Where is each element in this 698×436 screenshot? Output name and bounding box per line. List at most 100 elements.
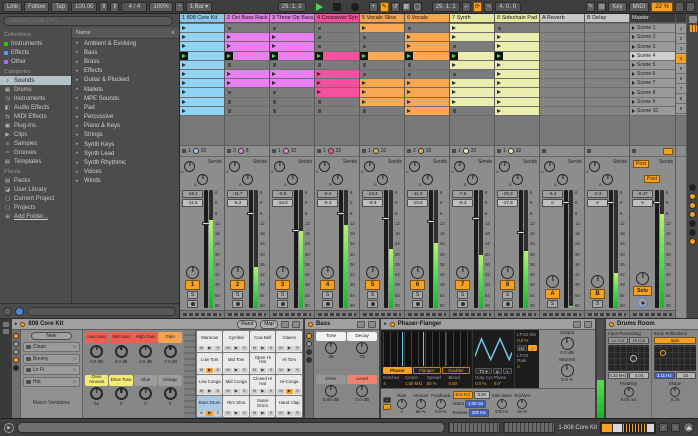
- warmth-knob[interactable]: [560, 364, 574, 377]
- scene-number[interactable]: 3: [676, 44, 686, 53]
- pad-solo-button[interactable]: S: [293, 345, 301, 351]
- volume-fader[interactable]: [382, 190, 390, 308]
- device-chain-overview[interactable]: [600, 421, 656, 434]
- lfo2-note-button[interactable]: ♪: [527, 345, 538, 351]
- scene-launch-icon[interactable]: [632, 26, 635, 31]
- peak-level-field[interactable]: -11.9: [407, 190, 428, 198]
- clip-slot[interactable]: [450, 60, 494, 70]
- safe-bass-knob[interactable]: [496, 398, 507, 409]
- macro-name-chip[interactable]: Vintage: [158, 374, 182, 386]
- drum-pad[interactable]: Rim Shot M ▶ S: [223, 396, 249, 417]
- return-activator-button[interactable]: A: [545, 289, 560, 299]
- send-a-knob[interactable]: [454, 161, 465, 172]
- clip-stop-button[interactable]: [182, 149, 186, 153]
- device-title-bar[interactable]: ▸ 808 Core Kit Rand Map: [11, 319, 303, 330]
- scene-row[interactable]: Scene 5: [630, 60, 675, 70]
- clip-slot[interactable]: [180, 24, 224, 33]
- track-activator-button[interactable]: 3: [275, 280, 290, 290]
- track-header[interactable]: 7 Synth: [450, 14, 494, 23]
- link-button[interactable]: Link: [3, 1, 23, 12]
- scene-row[interactable]: Scene 8: [630, 88, 675, 97]
- solo-button[interactable]: S: [187, 291, 198, 299]
- clip-slot[interactable]: [495, 106, 539, 116]
- amount-knob[interactable]: [415, 398, 426, 409]
- pad-mute-button[interactable]: M: [224, 345, 232, 351]
- volume-field[interactable]: -10.6: [407, 199, 428, 207]
- pad-mute-button[interactable]: M: [224, 389, 232, 395]
- param-knob[interactable]: [356, 342, 369, 354]
- clip-slot[interactable]: [315, 42, 359, 51]
- category-item[interactable]: ⇆ MIDI Effects: [0, 112, 71, 121]
- filter-freq-field[interactable]: 4.33 kHz: [608, 372, 628, 379]
- mixer-section-toggle[interactable]: [689, 211, 696, 218]
- clip-slot[interactable]: [225, 106, 269, 116]
- param-knob[interactable]: [356, 384, 369, 397]
- peak-level-field[interactable]: -6.4: [542, 190, 563, 198]
- clip-slot[interactable]: [225, 51, 269, 61]
- solo-button[interactable]: S: [412, 291, 423, 299]
- device-title-bar[interactable]: Bass: [304, 319, 380, 330]
- stop-all-clips-button[interactable]: [632, 149, 636, 153]
- return-track-header[interactable]: A Reverb: [540, 14, 584, 23]
- send-a-pre-post-toggle[interactable]: Post: [633, 160, 649, 168]
- pan-knob[interactable]: [501, 266, 514, 279]
- clip-slot[interactable]: [180, 106, 224, 116]
- clip-slot[interactable]: [360, 51, 404, 61]
- info-view-toggle-icon[interactable]: ▶: [4, 422, 14, 433]
- clip-slot[interactable]: [315, 24, 359, 33]
- pad-mute-button[interactable]: M: [277, 345, 285, 351]
- mixer-section-toggle[interactable]: [689, 184, 696, 191]
- drum-pad[interactable]: Open Hi Hat M ▶ S: [249, 352, 276, 374]
- browser-list-item[interactable]: MPE Sounds: [72, 94, 179, 103]
- track-activator-button[interactable]: 6: [410, 280, 425, 290]
- send-b-knob[interactable]: [287, 174, 298, 185]
- clip-slot[interactable]: [360, 42, 404, 51]
- send-a-knob[interactable]: [409, 161, 420, 172]
- clip-slot[interactable]: [315, 79, 359, 88]
- phaser-param[interactable]: Blend 0.00: [448, 375, 470, 386]
- pad-mute-button[interactable]: M: [250, 389, 259, 395]
- midi-keyboard-widget[interactable]: [503, 422, 556, 433]
- pad-play-button[interactable]: ▶: [259, 389, 267, 395]
- clip-slot[interactable]: [270, 24, 314, 33]
- peak-level-field[interactable]: -11.7: [227, 190, 248, 198]
- volume-fader[interactable]: [562, 190, 570, 308]
- arrangement-position-field[interactable]: 29. 1. 2: [277, 1, 306, 12]
- lfo2-rate-value[interactable]: 2: [517, 364, 537, 369]
- peak-level-field[interactable]: -6.5: [272, 190, 293, 198]
- clip-slot[interactable]: [180, 97, 224, 106]
- clip-slot[interactable]: [270, 70, 314, 79]
- device-fold-icon[interactable]: ▸: [384, 321, 387, 327]
- midi-overdub-button[interactable]: +: [368, 1, 378, 12]
- hi-cut-toggle[interactable]: Hi Cut: [629, 337, 649, 344]
- pad-mute-button[interactable]: M: [224, 367, 232, 373]
- pad-mute-button[interactable]: M: [277, 367, 285, 373]
- param-name-chip[interactable]: Drive: [315, 374, 347, 384]
- pad-mute-button[interactable]: M: [224, 411, 232, 416]
- pan-knob[interactable]: [591, 275, 604, 288]
- track-header[interactable]: 1 808 Core Kit: [180, 14, 224, 23]
- clip-slot[interactable]: [270, 51, 314, 61]
- pan-field[interactable]: 0: [587, 199, 608, 207]
- record-button[interactable]: [350, 2, 359, 11]
- drum-pad[interactable]: Snare Drum M ▶ S: [249, 396, 276, 417]
- spin-rate-field[interactable]: 3.11 Hz: [654, 372, 675, 379]
- pad-mute-button[interactable]: M: [197, 389, 206, 395]
- drum-pad[interactable]: Bass Drum M ▶ S: [196, 396, 223, 417]
- clip-slot[interactable]: [180, 79, 224, 88]
- clip-slot[interactable]: [360, 106, 404, 116]
- loop-length-field[interactable]: 4. 0. 0: [494, 1, 521, 12]
- pan-knob[interactable]: [456, 266, 469, 279]
- clip-slot[interactable]: [450, 33, 494, 42]
- pan-knob[interactable]: [321, 266, 334, 279]
- pad-solo-button[interactable]: S: [293, 389, 301, 395]
- category-item[interactable]: ▦ Drums: [0, 85, 71, 94]
- browser-list-item[interactable]: Piano & Keys: [72, 122, 179, 131]
- peak-level-field[interactable]: -0.47: [632, 190, 653, 198]
- macro-knob[interactable]: [139, 387, 153, 400]
- pad-play-button[interactable]: ▶: [259, 367, 267, 373]
- pad-solo-button[interactable]: S: [267, 345, 275, 351]
- drum-pad[interactable]: Maracas M ▶ S: [196, 331, 223, 352]
- scene-number[interactable]: 1: [676, 24, 686, 33]
- param-name-chip[interactable]: Decay: [347, 332, 378, 341]
